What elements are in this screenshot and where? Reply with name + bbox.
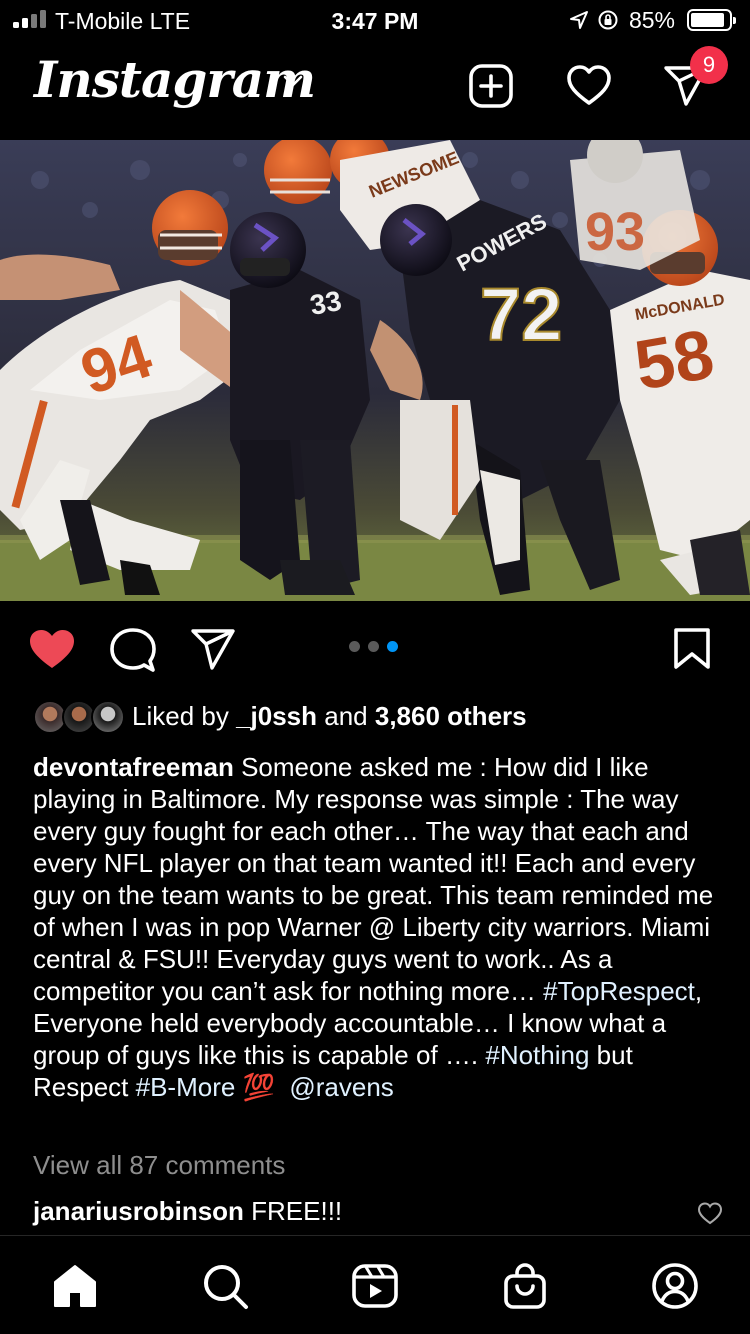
status-bar: T-Mobile LTE 3:47 PM 85%: [0, 0, 750, 40]
comment-text: FREE!!!: [243, 1196, 343, 1226]
comment-username[interactable]: janariusrobinson: [33, 1196, 244, 1226]
hashtag-link[interactable]: #Nothing: [485, 1040, 589, 1070]
notification-badge: 9: [690, 46, 728, 84]
activity-heart-icon[interactable]: [565, 62, 613, 110]
caption-username[interactable]: devontafreeman: [33, 752, 234, 782]
avatar: [91, 700, 125, 734]
post-caption: devontafreeman Someone asked me : How di…: [33, 751, 723, 1103]
battery-icon: [687, 9, 736, 31]
svg-text:58: 58: [629, 314, 719, 404]
profile-icon[interactable]: [651, 1262, 699, 1310]
shop-icon[interactable]: [501, 1262, 549, 1310]
share-icon[interactable]: [190, 627, 236, 673]
likes-row[interactable]: Liked by _j0ssh and 3,860 others: [0, 697, 750, 739]
hundred-points-emoji: 💯: [242, 1072, 275, 1102]
carousel-indicator: [349, 641, 398, 652]
instagram-logo[interactable]: Instagram: [34, 50, 316, 109]
post-actions: [0, 601, 750, 696]
liker-username[interactable]: _j0ssh: [236, 701, 317, 731]
svg-text:33: 33: [308, 285, 344, 321]
carousel-dot: [368, 641, 379, 652]
new-post-icon[interactable]: [467, 62, 515, 110]
search-icon[interactable]: [201, 1262, 249, 1310]
save-bookmark-icon[interactable]: [672, 627, 712, 671]
home-icon[interactable]: [51, 1262, 99, 1310]
comment-like-heart-icon[interactable]: [697, 1201, 723, 1225]
post-photo[interactable]: 94 33 NEWSOME POWERS 72 58 McDONALD 93: [0, 140, 750, 601]
carousel-dot: [349, 641, 360, 652]
svg-text:93: 93: [585, 202, 645, 262]
svg-text:72: 72: [480, 273, 562, 356]
chevron-down-icon[interactable]: [282, 74, 304, 88]
view-all-comments-link[interactable]: View all 87 comments: [33, 1150, 285, 1181]
hashtag-link[interactable]: #TopRespect: [543, 976, 695, 1006]
liked-by-text[interactable]: Liked by _j0ssh and 3,860 others: [132, 701, 527, 732]
likes-count[interactable]: 3,860 others: [375, 701, 527, 731]
reels-icon[interactable]: [351, 1262, 399, 1310]
caption-text: Someone asked me : How did I like playin…: [33, 752, 714, 1006]
like-heart-icon[interactable]: [28, 627, 76, 671]
liker-avatars: [33, 700, 125, 736]
mention-link[interactable]: @ravens: [289, 1072, 393, 1102]
top-comment: janariusrobinson FREE!!!: [33, 1196, 673, 1227]
location-arrow-icon: [569, 11, 588, 29]
hashtag-link[interactable]: #B-More: [136, 1072, 236, 1102]
app-header: Instagram: [0, 40, 750, 140]
bottom-tab-bar: [0, 1235, 750, 1334]
carousel-dot-active: [387, 641, 398, 652]
orientation-lock-icon: [598, 10, 618, 30]
comment-icon[interactable]: [110, 627, 156, 673]
battery-percentage: 85%: [628, 6, 675, 33]
